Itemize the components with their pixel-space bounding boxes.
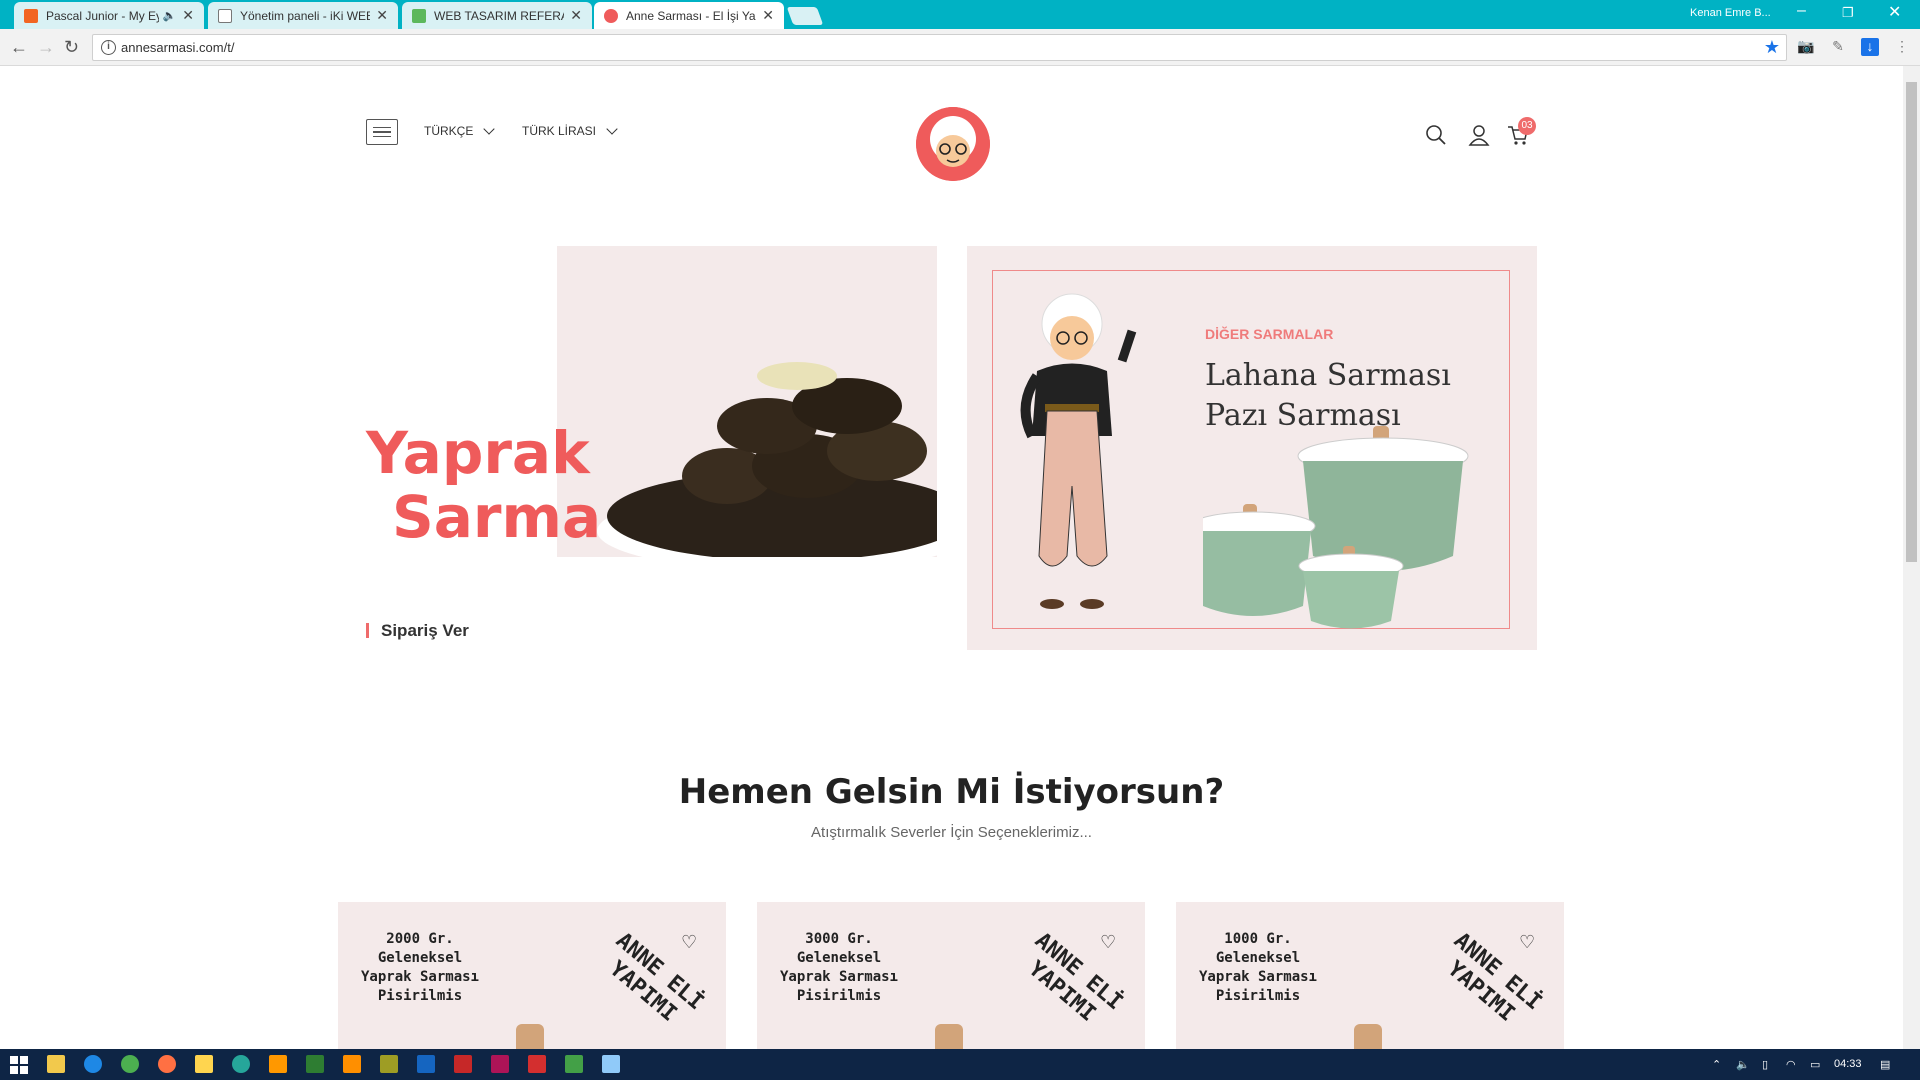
hero-dolma-image — [557, 246, 937, 557]
heart-icon[interactable]: ♡ — [1519, 932, 1535, 953]
promo-banner[interactable]: DİĞER SARMALAR Lahana Sarması Pazı Sarma… — [967, 246, 1537, 650]
fireworks-icon[interactable] — [380, 1055, 398, 1073]
wifi-icon[interactable]: ◠ — [1786, 1058, 1796, 1071]
annesarmasi-favicon — [604, 8, 618, 23]
camera-extension-icon[interactable]: 📷 — [1797, 38, 1815, 56]
language-label: TÜRKÇE — [424, 124, 474, 138]
restore-icon[interactable]: ❐ — [1842, 5, 1854, 21]
chevron-down-icon — [606, 123, 618, 135]
hero-title-line1: Yaprak — [366, 419, 590, 487]
app-icon[interactable] — [565, 1055, 583, 1073]
indesign-icon[interactable] — [491, 1055, 509, 1073]
volume-icon[interactable]: 🔈 — [1736, 1058, 1750, 1071]
browser-tab[interactable]: Pascal Junior - My Eye 🔈 ✕ — [14, 2, 204, 29]
browser-tab-active[interactable]: Anne Sarması - El İşi Yapı ✕ — [594, 2, 784, 29]
app-icon[interactable] — [232, 1055, 250, 1073]
chevron-down-icon — [483, 123, 496, 135]
close-tab-icon[interactable]: ✕ — [376, 7, 388, 24]
tray-chevron-icon[interactable]: ⌃ — [1712, 1058, 1721, 1071]
heart-icon[interactable]: ♡ — [681, 932, 697, 953]
cooking-pots-illustration — [1203, 426, 1469, 629]
close-tab-icon[interactable]: ✕ — [762, 7, 774, 24]
battery-icon[interactable]: ▯ — [1762, 1058, 1768, 1071]
hamburger-menu-icon[interactable] — [366, 119, 398, 145]
app-icon[interactable] — [269, 1055, 287, 1073]
app-icon[interactable] — [602, 1055, 620, 1073]
section-title: Hemen Gelsin Mi İstiyorsun? — [678, 772, 1225, 812]
power-icon[interactable]: ▭ — [1810, 1058, 1820, 1071]
hero-title-line2: Sarma — [392, 483, 602, 551]
bookmark-star-icon[interactable]: ★ — [1764, 37, 1780, 58]
close-window-icon[interactable]: ✕ — [1888, 2, 1901, 22]
language-select[interactable]: TÜRKÇE — [424, 123, 496, 138]
photoshop-icon[interactable] — [417, 1055, 435, 1073]
product-card[interactable]: 1000 Gr. Geleneksel Yaprak Sarması Pisir… — [1176, 902, 1564, 1049]
page-icon — [218, 8, 232, 23]
browser-tab[interactable]: Yönetim paneli - iKi WEB ✕ — [208, 2, 398, 29]
pot-lid-knob — [1354, 1024, 1382, 1049]
user-icon[interactable] — [1468, 124, 1490, 151]
tab-title: Yönetim paneli - iKi WEB — [240, 8, 371, 23]
browser-toolbar: ← → ↻ i annesarmasi.com/t/ ★ 📷 ✎ ↓ ⋮ — [0, 29, 1920, 66]
minimize-icon[interactable]: – — [1797, 2, 1806, 20]
page-scrollbar[interactable] — [1903, 66, 1920, 1049]
currency-label: TÜRK LİRASI — [522, 124, 597, 138]
pot-lid-knob — [516, 1024, 544, 1049]
back-arrow-icon[interactable]: ← — [10, 37, 28, 58]
browser-tab[interactable]: WEB TASARIM REFERANS ✕ — [402, 2, 592, 29]
web-page: TÜRKÇE TÜRK LİRASI 03 Yaprak Sarma Sipar… — [0, 66, 1903, 1049]
tab-title: Pascal Junior - My Eye — [46, 8, 159, 23]
product-card[interactable]: 3000 Gr. Geleneksel Yaprak Sarması Pisir… — [757, 902, 1145, 1049]
order-now-link[interactable]: Sipariş Ver — [366, 622, 469, 639]
illustrator-icon[interactable] — [343, 1055, 361, 1073]
heart-icon[interactable]: ♡ — [1100, 932, 1116, 953]
address-bar[interactable]: i annesarmasi.com/t/ ★ — [92, 34, 1787, 61]
close-tab-icon[interactable]: ✕ — [182, 7, 194, 24]
pot-lid-knob — [935, 1024, 963, 1049]
info-icon[interactable]: i — [101, 40, 116, 55]
close-tab-icon[interactable]: ✕ — [570, 7, 582, 24]
promo-line1: Lahana Sarması — [1205, 358, 1451, 393]
firefox-icon[interactable] — [158, 1055, 176, 1073]
cart-count-badge: 03 — [1518, 117, 1536, 135]
new-tab-button[interactable] — [786, 7, 824, 25]
forward-arrow-icon[interactable]: → — [37, 37, 55, 58]
clock[interactable]: 04:33 — [1834, 1058, 1862, 1070]
windows-start-icon[interactable] — [10, 1056, 28, 1074]
menu-kebab-icon[interactable]: ⋮ — [1893, 38, 1911, 56]
browser-tab-strip: Pascal Junior - My Eye 🔈 ✕ Yönetim panel… — [0, 0, 1920, 29]
chrome-icon[interactable] — [121, 1055, 139, 1073]
file-explorer-icon[interactable] — [47, 1055, 65, 1073]
search-icon[interactable] — [1425, 124, 1447, 151]
section-subtitle: Atıştırmalık Severler İçin Seçeneklerimi… — [811, 824, 1092, 841]
notifications-icon[interactable]: ▤ — [1880, 1058, 1890, 1071]
product-label-text: 3000 Gr. Geleneksel Yaprak Sarması Pisir… — [779, 931, 898, 1004]
url-text[interactable]: annesarmasi.com/t/ — [121, 40, 234, 55]
dreamweaver-icon[interactable] — [306, 1055, 324, 1073]
browser-profile-name[interactable]: Kenan Emre B... — [1690, 7, 1771, 19]
filezilla-icon[interactable] — [528, 1055, 546, 1073]
flash-icon[interactable] — [454, 1055, 472, 1073]
site-logo[interactable] — [916, 107, 990, 181]
soundcloud-icon — [24, 8, 38, 23]
tab-title: WEB TASARIM REFERANS — [434, 8, 564, 23]
chart-icon — [412, 8, 426, 23]
windows-taskbar: ⌃ 🔈 ▯ ◠ ▭ 04:33 ▤ — [0, 1049, 1920, 1080]
eyedropper-extension-icon[interactable]: ✎ — [1829, 38, 1847, 56]
currency-select[interactable]: TÜRK LİRASI — [522, 123, 618, 138]
product-label-text: 1000 Gr. Geleneksel Yaprak Sarması Pisir… — [1198, 931, 1317, 1004]
speaker-icon[interactable]: 🔈 — [163, 9, 177, 22]
grandma-illustration — [1020, 293, 1137, 609]
promo-kicker: DİĞER SARMALAR — [1205, 326, 1334, 342]
notes-icon[interactable] — [195, 1055, 213, 1073]
reload-icon[interactable]: ↻ — [64, 37, 79, 58]
edge-icon[interactable] — [84, 1055, 102, 1073]
hero-title: Yaprak Sarma — [366, 421, 601, 549]
download-extension-icon[interactable]: ↓ — [1861, 38, 1879, 56]
scrollbar-thumb[interactable] — [1906, 82, 1917, 562]
product-label-text: 2000 Gr. Geleneksel Yaprak Sarması Pisir… — [360, 931, 479, 1004]
product-card[interactable]: 2000 Gr. Geleneksel Yaprak Sarması Pisir… — [338, 902, 726, 1049]
tab-title: Anne Sarması - El İşi Yapı — [626, 8, 757, 23]
